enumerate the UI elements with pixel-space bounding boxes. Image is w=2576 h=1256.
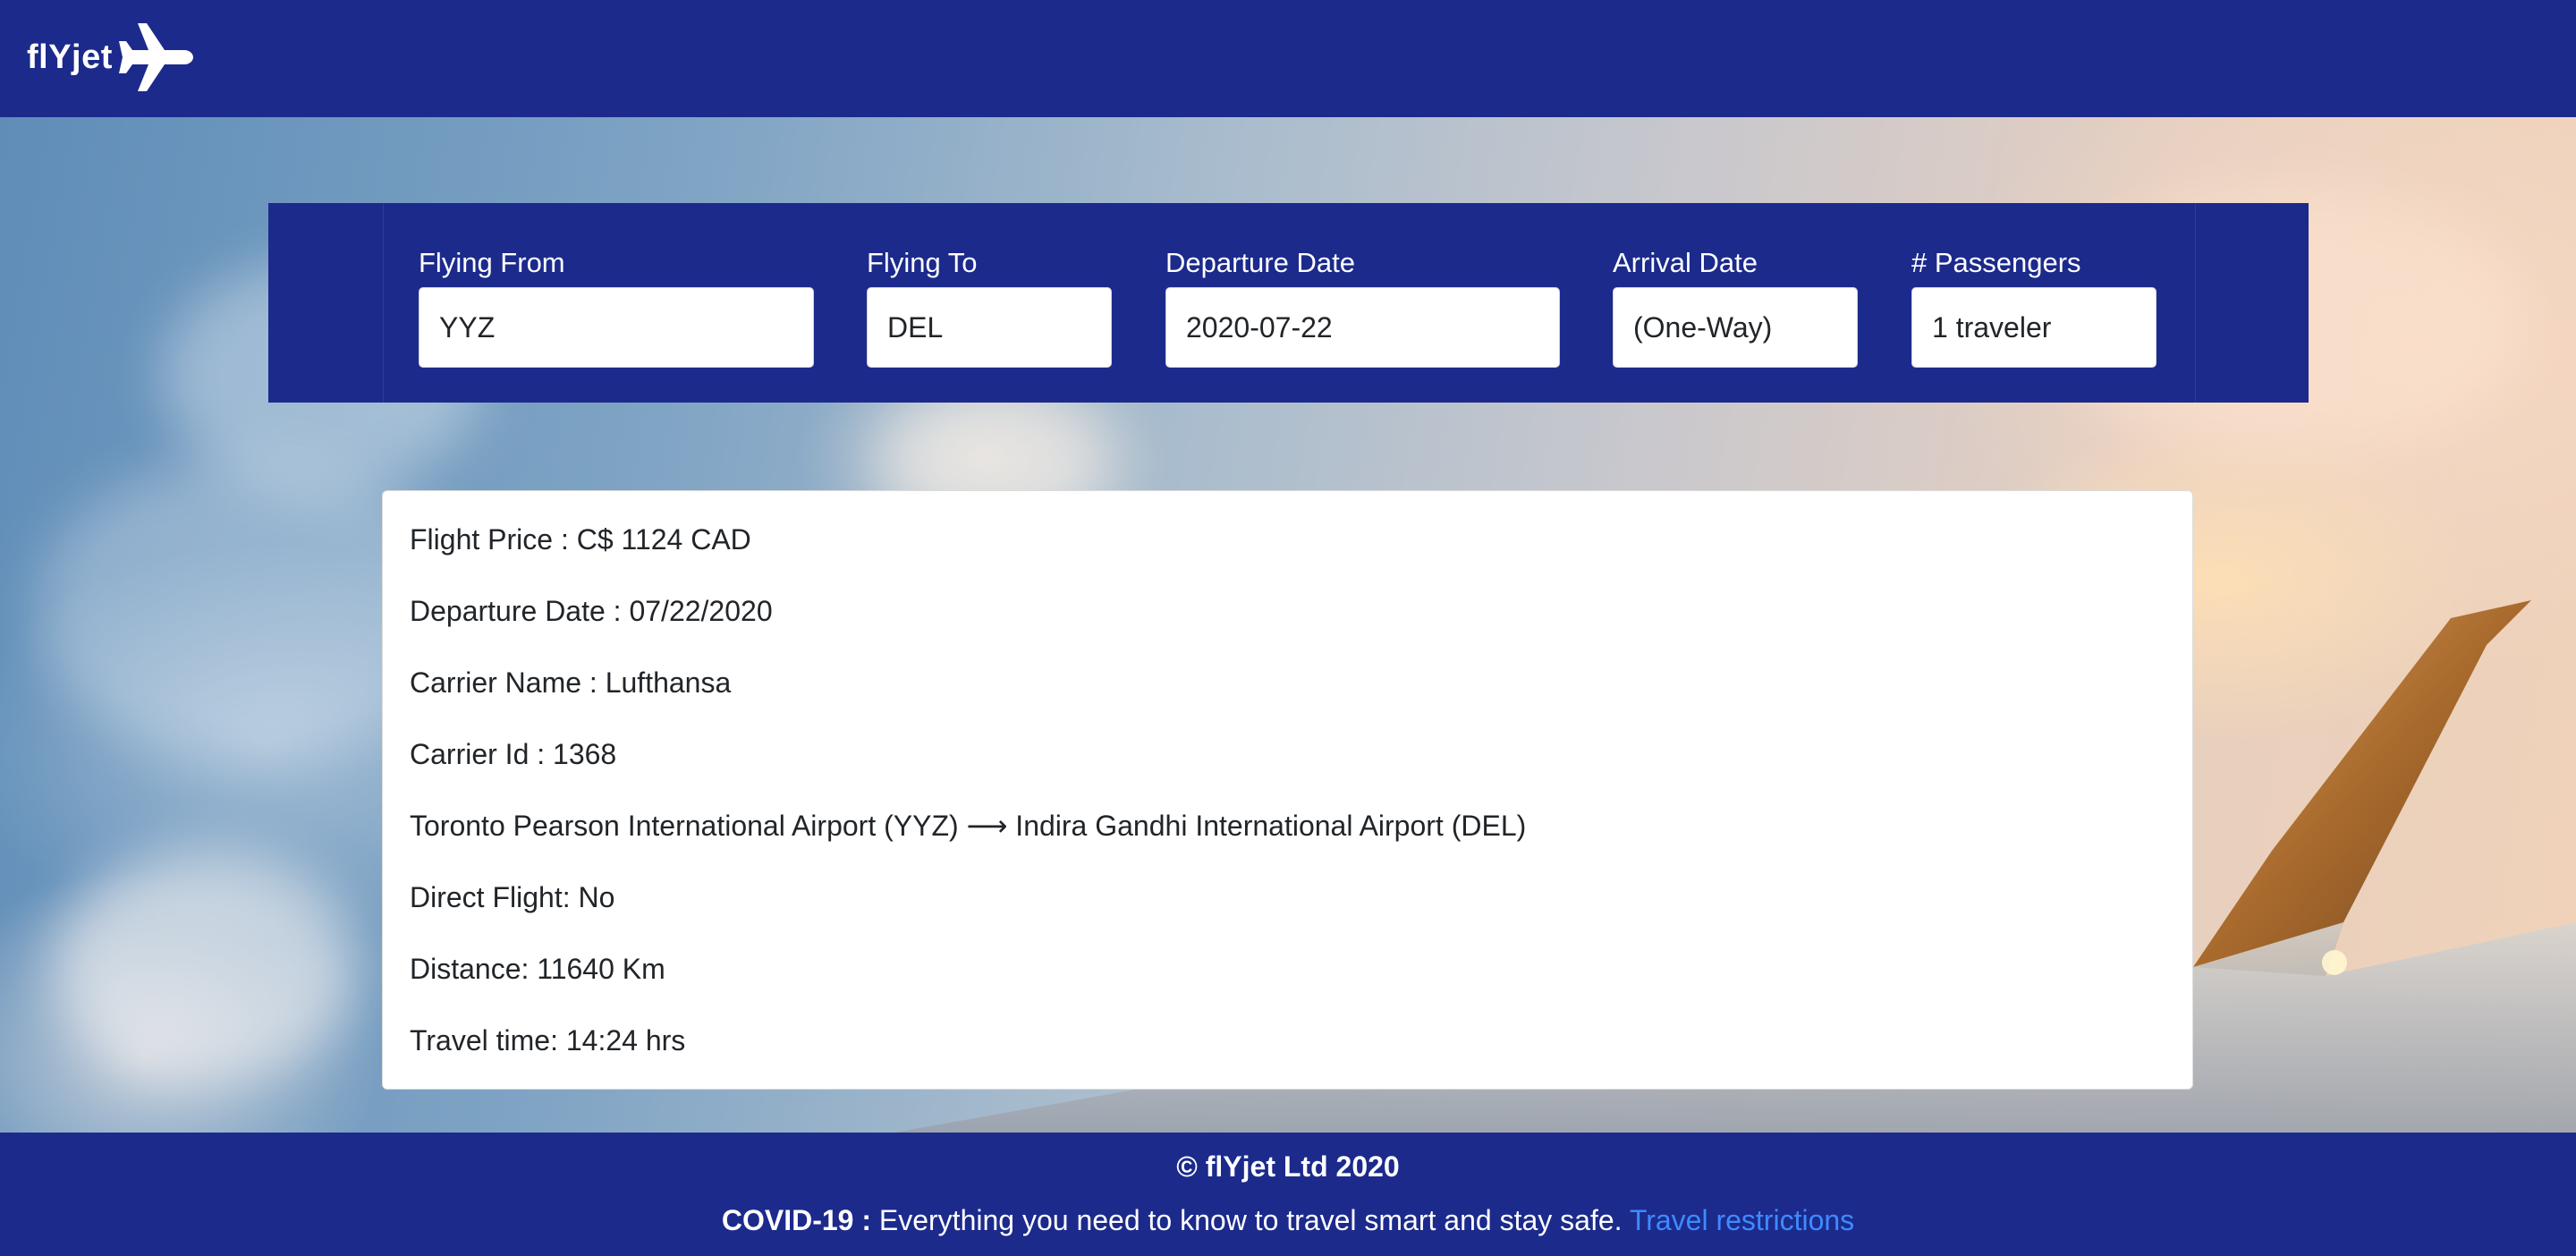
flying-to-input[interactable] — [867, 287, 1112, 368]
brand-logo-link[interactable]: flYjet — [27, 21, 193, 93]
covid-label: COVID-19 : — [721, 1204, 871, 1236]
footer-copyright: © flYjet Ltd 2020 — [1176, 1150, 1400, 1183]
direct-flight: Direct Flight: No — [410, 881, 615, 913]
departure-date-input[interactable] — [1165, 287, 1560, 368]
carrier-name: Carrier Name : Lufthansa — [410, 666, 732, 699]
departure-date-info: Departure Date : 07/22/2020 — [410, 595, 773, 627]
flight-price: Flight Price : C$ 1124 CAD — [410, 523, 751, 556]
passengers-label: # Passengers — [1911, 247, 2081, 278]
brand-name: flYjet — [27, 38, 113, 76]
flying-from-input[interactable] — [419, 287, 814, 368]
arrival-date-input[interactable] — [1613, 287, 1858, 368]
airplane-icon — [118, 23, 193, 91]
flight-search-form: Flying From Flying To Departure Date Arr… — [383, 203, 2196, 403]
passengers-input[interactable] — [1911, 287, 2157, 368]
flight-search-panel: Flying From Flying To Departure Date Arr… — [268, 203, 2309, 403]
covid-text: Everything you need to know to travel sm… — [870, 1204, 1630, 1236]
travel-restrictions-link[interactable]: Travel restrictions — [1630, 1204, 1854, 1236]
passengers-field: # Passengers — [1911, 246, 2157, 368]
flying-from-label: Flying From — [419, 247, 565, 278]
flying-to-field: Flying To — [867, 246, 1112, 368]
flight-result-card: Flight Price : C$ 1124 CAD Departure Dat… — [382, 490, 2193, 1090]
footer: © flYjet Ltd 2020 COVID-19 : Everything … — [0, 1133, 2576, 1256]
travel-time: Travel time: 14:24 hrs — [410, 1024, 686, 1057]
distance: Distance: 11640 Km — [410, 953, 665, 985]
arrival-date-field: Arrival Date — [1613, 246, 1858, 368]
navbar: flYjet — [0, 0, 2576, 118]
flying-to-label: Flying To — [867, 247, 978, 278]
departure-date-label: Departure Date — [1165, 247, 1355, 278]
covid-notice: COVID-19 : Everything you need to know t… — [0, 1204, 2576, 1237]
departure-date-field: Departure Date — [1165, 246, 1560, 368]
flying-from-field: Flying From — [419, 246, 814, 368]
carrier-id: Carrier Id : 1368 — [410, 738, 617, 770]
route-airports: Toronto Pearson International Airport (Y… — [410, 810, 1527, 842]
arrival-date-label: Arrival Date — [1613, 247, 1758, 278]
